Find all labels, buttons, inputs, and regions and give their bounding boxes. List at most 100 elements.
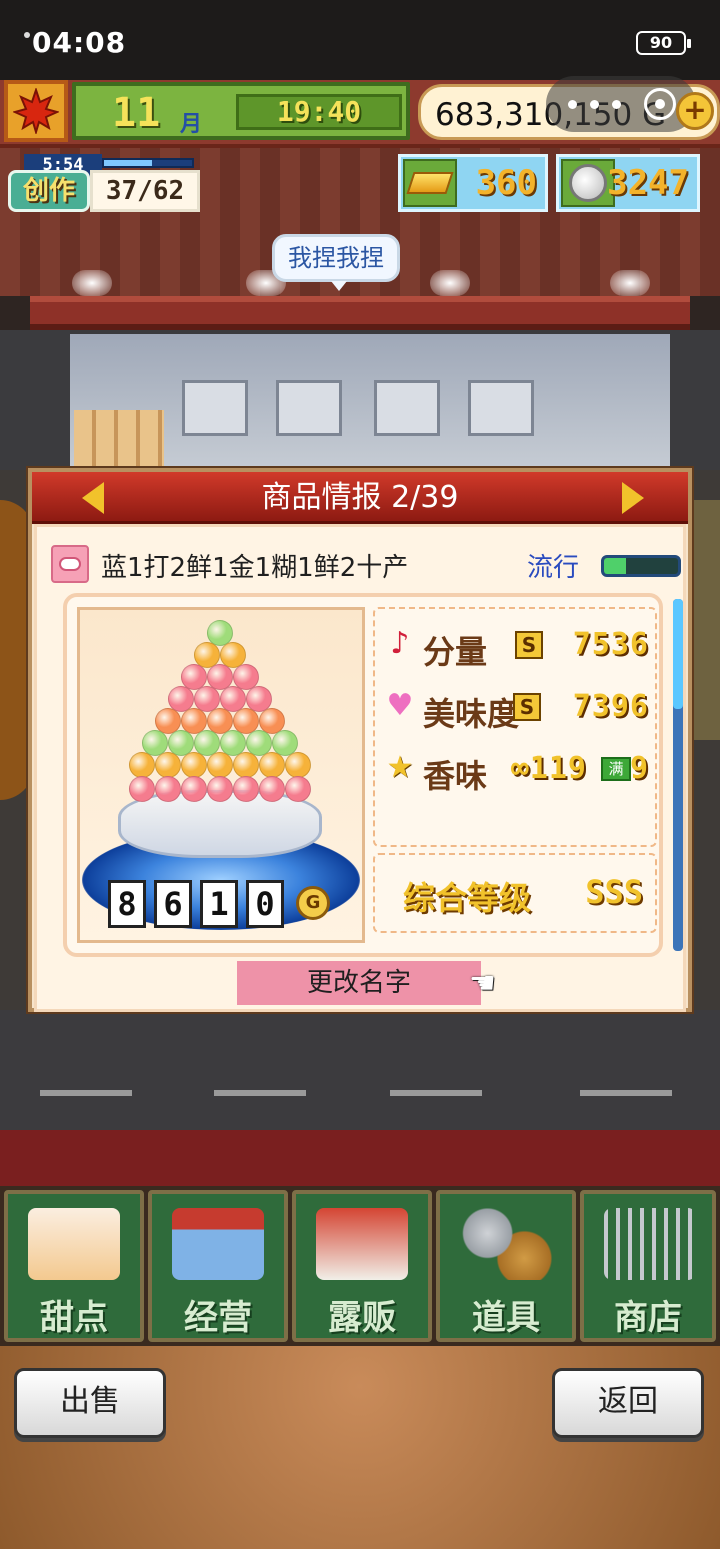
macaron xyxy=(181,752,207,778)
silver-coin-counter[interactable]: 3247 xyxy=(556,154,700,212)
macaron xyxy=(207,752,233,778)
macaron xyxy=(155,752,181,778)
menu-label: 商店 xyxy=(614,1298,682,1338)
shop-icon xyxy=(172,1208,264,1280)
back-button[interactable]: 返回 xyxy=(552,1368,704,1438)
battery-icon: 90 xyxy=(636,31,691,55)
rename-button[interactable]: 更改名字 xyxy=(237,961,481,1005)
shopping-cart-icon xyxy=(604,1208,696,1280)
food-truck-icon xyxy=(316,1208,408,1280)
month-number: 11 xyxy=(112,90,161,136)
bread-shelf xyxy=(74,410,164,466)
menu-management[interactable]: 经营 xyxy=(148,1190,288,1342)
product-info-dialog: 商品情报 2/39 蓝1打2鲜1金1糊1鲜2十产 流行 8 6 1 0 G ♪ … xyxy=(28,468,692,1012)
stat-row-volume: ♪ 分量 S 7536 xyxy=(375,617,657,673)
pointing-hand-icon: ☚ xyxy=(469,966,496,1001)
stat-name: 分量 xyxy=(423,633,488,671)
target-icon xyxy=(644,88,676,120)
shop-awning xyxy=(30,296,690,330)
month-unit: 月 xyxy=(180,112,203,137)
star-icon: ★ xyxy=(386,750,414,785)
create-status[interactable]: 5:54 创作 37/62 xyxy=(8,154,200,212)
trend-label: 流行 xyxy=(527,553,580,583)
overall-rank-panel: 综合等级 SSS xyxy=(373,853,657,933)
menu-label: 甜点 xyxy=(40,1298,108,1338)
create-progress: 37/62 xyxy=(90,170,200,212)
max-badge: 满 xyxy=(601,757,631,781)
floating-assistive-button[interactable] xyxy=(546,76,696,132)
menu-items[interactable]: 道具 xyxy=(436,1190,576,1342)
stat-value: 7396 xyxy=(572,689,649,724)
macaron xyxy=(259,752,285,778)
game-screen: { "status_bar": {"time": "04:08", "batte… xyxy=(0,0,720,1549)
menu-label: 经营 xyxy=(184,1298,252,1338)
product-name: 蓝1打2鲜1金1糊1鲜2十产 xyxy=(101,553,409,583)
create-label: 创作 xyxy=(8,170,90,212)
macaron xyxy=(285,752,311,778)
rank-badge: S xyxy=(515,631,543,659)
light-glow xyxy=(610,270,650,296)
stat-name: 美味度 xyxy=(423,695,520,733)
curb xyxy=(0,1130,720,1186)
menu-label: 道具 xyxy=(472,1298,540,1338)
macaron xyxy=(233,776,259,802)
notification-dot xyxy=(24,32,30,38)
stat-value: ∞119 xyxy=(510,751,587,786)
status-bar: 04:08 90 xyxy=(0,0,720,80)
macaron xyxy=(207,776,233,802)
light-glow xyxy=(72,270,112,296)
cake-icon xyxy=(28,1208,120,1280)
macaron xyxy=(155,776,181,802)
status-time: 04:08 xyxy=(32,26,127,59)
macaron-category-icon xyxy=(51,545,89,583)
shop-interior xyxy=(0,330,720,470)
previous-product-arrow-icon[interactable] xyxy=(82,482,104,514)
stats-panel: ♪ 分量 S 7536 ♥ 美味度 S 7396 ★ 香味 ∞119 满 9 xyxy=(373,607,657,847)
heart-icon: ♥ xyxy=(386,688,414,723)
price-digit: 0 xyxy=(246,880,284,928)
oven xyxy=(182,380,248,436)
silver-coin-count: 3247 xyxy=(607,163,689,203)
items-bag-icon xyxy=(460,1208,552,1280)
dialog-body: 蓝1打2鲜1金1糊1鲜2十产 流行 8 6 1 0 G ♪ 分量 S 7536 … xyxy=(34,524,686,1012)
sell-button[interactable]: 出售 xyxy=(14,1368,166,1438)
music-note-icon: ♪ xyxy=(390,626,410,661)
menu-store[interactable]: 商店 xyxy=(580,1190,716,1342)
staff-speech-bubble: 我捏我捏 xyxy=(272,234,400,291)
menu-food-truck[interactable]: 露贩 xyxy=(292,1190,432,1342)
trend-meter xyxy=(601,555,681,577)
stat-name: 香味 xyxy=(423,757,488,795)
menu-label: 露贩 xyxy=(328,1298,396,1338)
overall-rank-label: 综合等级 xyxy=(403,879,532,917)
next-product-arrow-icon[interactable] xyxy=(622,482,644,514)
menu-dessert[interactable]: 甜点 xyxy=(4,1190,144,1342)
add-money-button[interactable]: + xyxy=(676,92,714,130)
create-timer-bar xyxy=(102,158,194,168)
gold-bar-counter[interactable]: 360 xyxy=(398,154,548,212)
oven xyxy=(468,380,534,436)
macaron xyxy=(285,776,311,802)
gold-currency-icon: G xyxy=(296,886,330,920)
dialog-scrollbar[interactable] xyxy=(673,599,683,951)
price-digit: 8 xyxy=(108,880,146,928)
game-clock: 19:40 xyxy=(236,94,402,130)
season-maple-leaf-icon[interactable] xyxy=(4,80,68,142)
macaron xyxy=(259,776,285,802)
stat-row-taste: ♥ 美味度 S 7396 xyxy=(375,679,657,735)
rank-badge: S xyxy=(513,693,541,721)
stat-row-aroma: ★ 香味 ∞119 满 9 xyxy=(375,741,657,797)
macaron xyxy=(129,776,155,802)
overall-rank-value: SSS xyxy=(585,873,643,911)
street-lamp-post xyxy=(690,500,720,740)
stat-value-tail: 9 xyxy=(629,751,649,786)
dialog-title: 商品情报 2/39 xyxy=(261,480,459,515)
product-image: 8 6 1 0 G xyxy=(77,607,365,943)
price-digit: 6 xyxy=(154,880,192,928)
product-name-row: 蓝1打2鲜1金1糊1鲜2十产 流行 xyxy=(49,541,681,585)
dialog-header: 商品情报 2/39 xyxy=(32,472,688,524)
product-price: 8 6 1 0 G xyxy=(108,880,334,932)
macaron xyxy=(181,776,207,802)
road xyxy=(0,1010,720,1130)
oven xyxy=(276,380,342,436)
macaron xyxy=(233,752,259,778)
